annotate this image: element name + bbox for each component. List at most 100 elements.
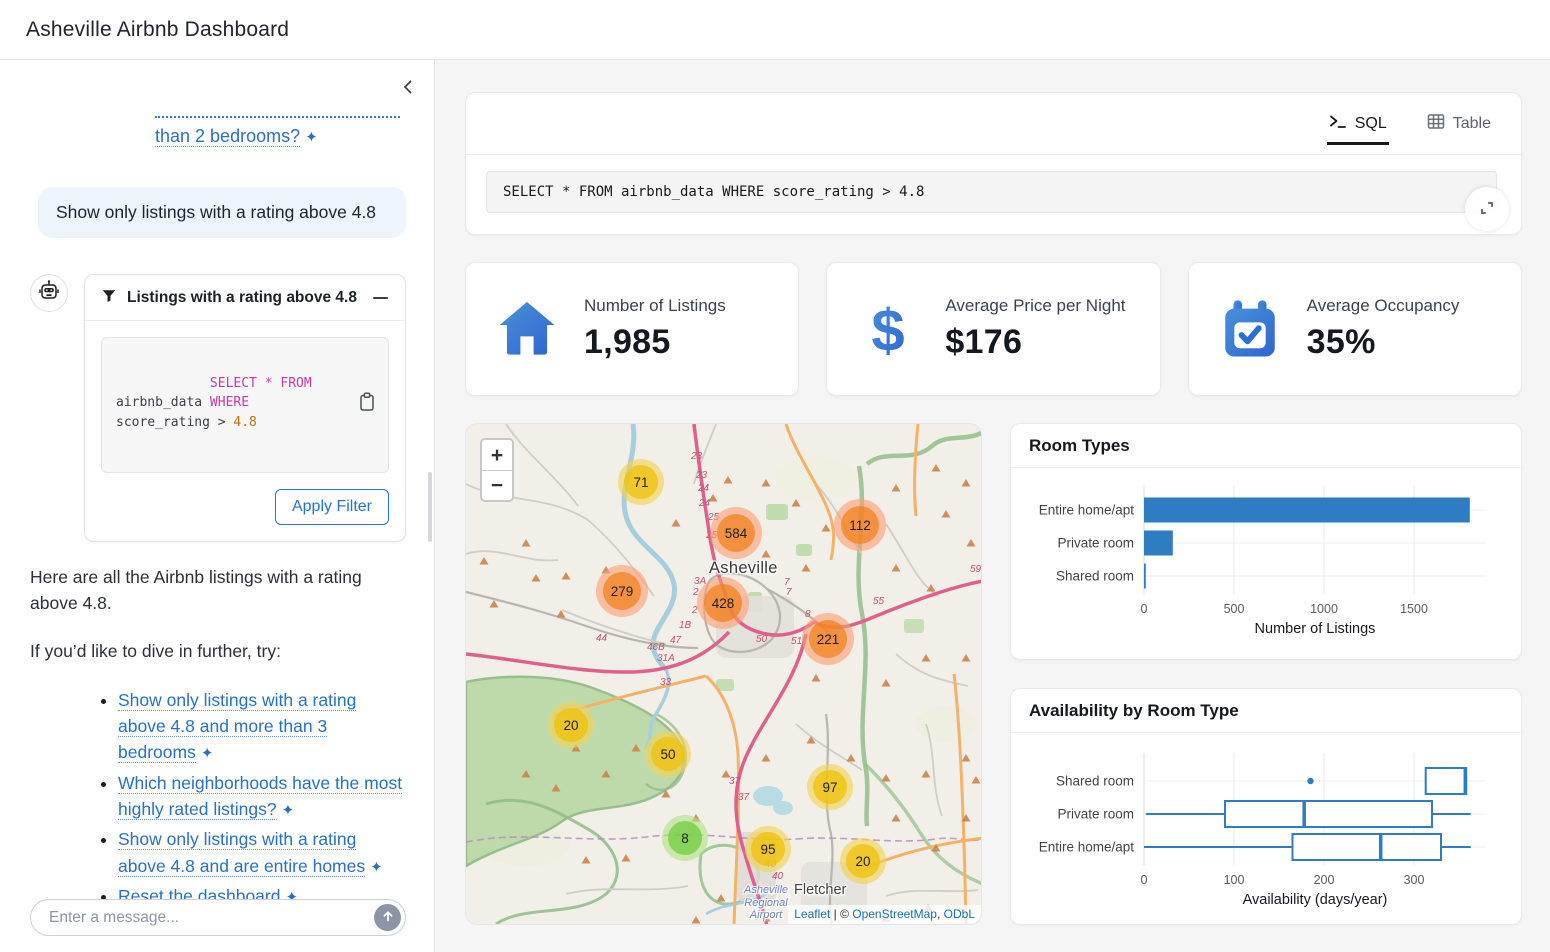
send-button[interactable] (374, 904, 401, 931)
chevron-left-icon (401, 78, 415, 99)
zoom-in-button[interactable]: + (482, 440, 512, 470)
filter-collapse-button[interactable] (369, 287, 391, 309)
road-number-label: 44 (596, 633, 608, 644)
suggestion-list: Show only listings with a rating above 4… (30, 687, 406, 910)
calendar-check-icon (1217, 296, 1283, 362)
svg-text:300: 300 (1404, 873, 1425, 887)
map-cluster-marker[interactable]: 71 (618, 459, 664, 505)
suggestion-item: Show only listings with a rating above 4… (118, 826, 406, 879)
map-cluster-marker[interactable]: 20 (548, 702, 594, 748)
metric-card-occupancy: Average Occupancy 35% (1188, 262, 1522, 396)
page-title: Asheville Airbnb Dashboard (26, 18, 289, 42)
metric-card-price: $ Average Price per Night $176 (826, 262, 1160, 396)
map-cluster-marker[interactable]: 97 (807, 764, 853, 810)
chart-title: Availability by Room Type (1011, 689, 1521, 733)
map-cluster-marker[interactable]: 8 (662, 815, 708, 861)
truncated-link-underline (155, 116, 400, 118)
expand-icon (1478, 199, 1496, 220)
map-cluster-marker[interactable]: 584 (710, 507, 762, 559)
dollar-icon: $ (855, 296, 921, 362)
sparkle-icon: ✦ (305, 129, 318, 146)
cluster-count: 20 (846, 844, 880, 878)
map-cluster-marker[interactable]: 428 (697, 577, 749, 629)
sql-query-display: SELECT * FROM airbnb_data WHERE score_ra… (486, 171, 1497, 213)
cluster-count: 20 (554, 708, 588, 742)
map-attribution: Leaflet | © OpenStreetMap, ODbL (788, 905, 981, 924)
map-cluster-marker[interactable]: 50 (645, 731, 691, 777)
road-number-label: 7 (786, 587, 792, 598)
road-number-label: 23 (695, 470, 708, 481)
bar-Entire home/apt (1144, 498, 1470, 523)
svg-text:Shared room: Shared room (1056, 774, 1134, 789)
metric-cards: Number of Listings 1,985 $ Average Price… (465, 262, 1522, 396)
terminal-icon (1329, 113, 1347, 135)
room-types-chart-card: Room Types Entire home/aptPrivate roomSh… (1010, 423, 1522, 660)
openstreetmap-link[interactable]: OpenStreetMap (852, 907, 937, 921)
leaflet-link[interactable]: Leaflet (794, 907, 830, 921)
map-tiles: 2323242425253A221B4746B31A44335051877595… (466, 424, 982, 925)
user-message: Show only listings with a rating above 4… (38, 187, 406, 238)
box-Entire home/apt (1293, 834, 1442, 860)
map-cluster-marker[interactable]: 20 (840, 838, 886, 884)
zoom-out-button[interactable]: − (482, 470, 512, 500)
sidebar-collapse-button[interactable] (396, 76, 420, 100)
tab-sql[interactable]: SQL (1327, 93, 1389, 154)
box-Private room (1225, 801, 1432, 827)
suggestion-link[interactable]: Show only listings with a rating above 4… (118, 829, 365, 876)
suggestion-link[interactable]: Show only listings with a rating above 4… (118, 690, 356, 764)
cluster-count: 8 (668, 821, 702, 855)
svg-text:100: 100 (1224, 873, 1245, 887)
listings-map[interactable]: 2323242425253A221B4746B31A44335051877595… (465, 423, 982, 925)
metric-label: Number of Listings (584, 296, 726, 316)
metric-value: $176 (945, 323, 1125, 362)
bot-message: Here are all the Airbnb listings with a … (30, 564, 406, 910)
road-number-label: 46B (647, 642, 665, 653)
map-cluster-marker[interactable]: 279 (596, 565, 648, 617)
svg-text:1000: 1000 (1310, 602, 1338, 616)
road-number-label: 31A (657, 653, 675, 664)
odbl-link[interactable]: ODbL (944, 907, 975, 921)
map-city-label: Asheville (709, 559, 778, 578)
sql-token: SELECT (210, 376, 257, 391)
filter-card: Listings with a rating above 4.8 SELECT … (84, 274, 406, 542)
cluster-count: 112 (841, 506, 879, 544)
svg-text:1500: 1500 (1400, 602, 1428, 616)
metric-label: Average Occupancy (1307, 296, 1460, 316)
svg-text:Entire home/apt: Entire home/apt (1039, 840, 1135, 855)
map-cluster-marker[interactable]: 95 (745, 826, 791, 872)
map-cluster-marker[interactable]: 112 (834, 499, 886, 551)
chat-sidebar: than 2 bedrooms? ✦ Show only listings wit… (0, 60, 435, 952)
chat-scrollbar[interactable] (428, 472, 432, 542)
apply-filter-button[interactable]: Apply Filter (275, 489, 389, 525)
tab-table[interactable]: Table (1425, 93, 1493, 154)
suggestion-link-truncated[interactable]: than 2 bedrooms? (155, 126, 300, 147)
house-icon (494, 296, 560, 362)
room-types-bar-chart: Entire home/aptPrivate roomShared room05… (1011, 470, 1521, 656)
message-input[interactable] (30, 899, 406, 936)
filter-card-title: Listings with a rating above 4.8 (127, 289, 369, 307)
robot-icon (37, 279, 61, 308)
road-number-label: 37 (738, 792, 750, 803)
suggestion-link[interactable]: Which neighborhoods have the most highly… (118, 773, 402, 820)
expand-button[interactable] (1465, 187, 1509, 231)
chart-title: Room Types (1011, 424, 1521, 468)
svg-text:Number of Listings: Number of Listings (1255, 621, 1376, 637)
cluster-count: 279 (603, 572, 641, 610)
road-number-label: 23 (690, 451, 703, 462)
road-number-label: 40 (772, 871, 784, 882)
metric-label: Average Price per Night (945, 296, 1125, 316)
map-town-label: Fletcher (794, 882, 846, 898)
svg-text:500: 500 (1224, 602, 1245, 616)
road-number-label: 1B (679, 620, 692, 631)
road-number-label: 33 (660, 677, 672, 688)
svg-text:Private room: Private room (1057, 807, 1134, 822)
app-header: Asheville Airbnb Dashboard (0, 0, 1550, 60)
copy-button[interactable] (354, 346, 380, 372)
svg-text:Shared room: Shared room (1056, 569, 1134, 584)
cluster-count: 97 (813, 770, 847, 804)
road-number-label: 50 (756, 634, 768, 645)
map-cluster-marker[interactable]: 221 (802, 613, 854, 665)
sql-panel-tabs: SQL Table (466, 93, 1521, 155)
suggestion-item: Which neighborhoods have the most highly… (118, 770, 406, 823)
table-icon (1427, 113, 1445, 135)
